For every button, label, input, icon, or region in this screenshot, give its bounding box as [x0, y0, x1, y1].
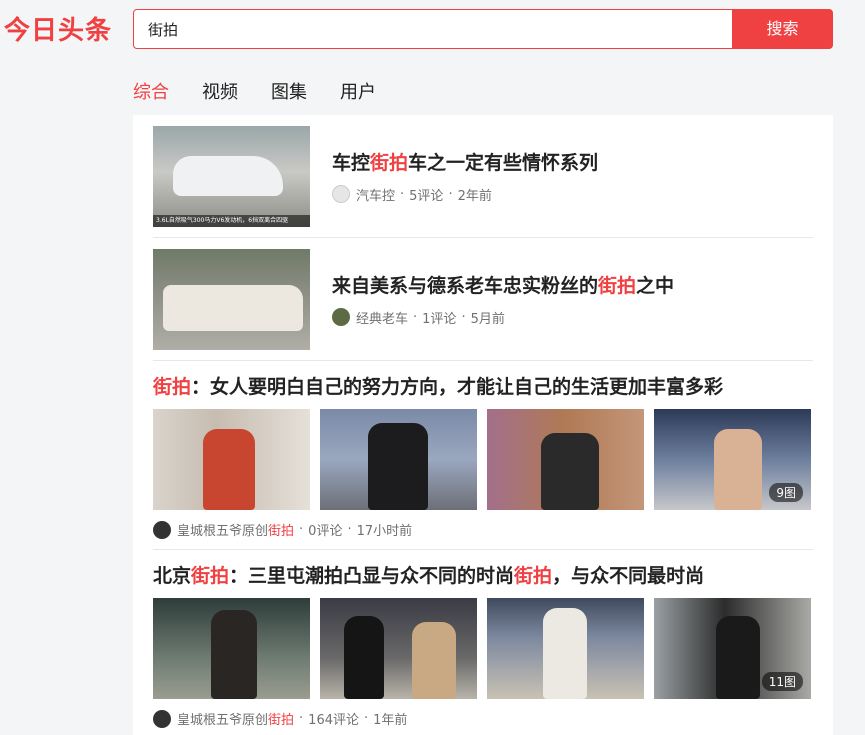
source-avatar[interactable]	[153, 709, 171, 728]
separator: ·	[347, 522, 352, 537]
search-button[interactable]: 搜索	[732, 9, 833, 49]
publish-time: 2年前	[457, 188, 492, 204]
title-text: 来自美系与德系老车忠实粉丝的	[332, 274, 599, 297]
result-meta: 皇城根五爷原创 街拍 · 0评论 · 17小时前	[153, 520, 813, 539]
tab-users[interactable]: 用户	[340, 78, 376, 104]
gallery-image[interactable]	[320, 409, 477, 510]
source-name[interactable]: 皇城根五爷原创	[177, 709, 268, 728]
result-info: 车控街拍车之一定有些情怀系列 汽车控 · 5评论 · 2年前	[332, 149, 598, 204]
separator: ·	[400, 186, 405, 202]
result-thumbnail[interactable]	[153, 248, 310, 350]
source-name[interactable]: 皇城根五爷原创	[177, 520, 268, 539]
title-text: ：女人要明白自己的努力方向，才能让自己的生活更加丰富多彩	[191, 376, 724, 398]
separator: ·	[299, 522, 304, 537]
image-count-badge: 9图	[769, 483, 803, 502]
result-item[interactable]: 街拍：女人要明白自己的努力方向，才能让自己的生活更加丰富多彩 9图 皇城根五爷原…	[153, 361, 813, 550]
publish-time: 17小时前	[356, 524, 413, 539]
comment-count: 5评论	[409, 188, 444, 204]
result-meta: 汽车控 · 5评论 · 2年前	[332, 185, 598, 204]
comment-count: 164评论	[308, 713, 359, 728]
title-text: 车控	[332, 151, 371, 174]
publish-time: 1年前	[373, 713, 408, 728]
title-text: ，与众不同最时尚	[552, 565, 705, 587]
result-meta: 经典老车 · 1评论 · 5月前	[332, 308, 674, 327]
separator: ·	[461, 309, 466, 325]
gallery-image[interactable]	[153, 409, 310, 510]
title-highlight: 街拍	[598, 274, 637, 297]
source-avatar[interactable]	[153, 520, 171, 539]
result-item[interactable]: 来自美系与德系老车忠实粉丝的街拍之中 经典老车 · 1评论 · 5月前	[153, 238, 813, 361]
result-thumbnail[interactable]: 3.6L自然吸气300马力V6发动机，6挡双离合四驱	[153, 125, 310, 227]
title-text: 车之一定有些情怀系列	[408, 151, 599, 174]
gallery-image[interactable]	[153, 598, 310, 699]
tab-video[interactable]: 视频	[202, 78, 238, 104]
gallery-image[interactable]: 11图	[654, 598, 811, 699]
title-highlight: 街拍	[370, 151, 409, 174]
separator: ·	[448, 186, 453, 202]
result-item[interactable]: 3.6L自然吸气300马力V6发动机，6挡双离合四驱 车控街拍车之一定有些情怀系…	[153, 115, 813, 238]
thumbnail-caption: 3.6L自然吸气300马力V6发动机，6挡双离合四驱	[153, 214, 310, 227]
gallery-image[interactable]	[487, 598, 644, 699]
title-highlight: 街拍	[514, 565, 553, 587]
comment-count: 0评论	[308, 524, 343, 539]
gallery-image[interactable]	[320, 598, 477, 699]
result-info: 来自美系与德系老车忠实粉丝的街拍之中 经典老车 · 1评论 · 5月前	[332, 272, 674, 327]
source-name[interactable]: 经典老车	[356, 308, 408, 327]
tab-gallery[interactable]: 图集	[271, 78, 307, 104]
source-avatar[interactable]	[332, 308, 350, 326]
result-title[interactable]: 北京街拍：三里屯潮拍凸显与众不同的时尚街拍，与众不同最时尚	[153, 562, 813, 590]
title-highlight: 街拍	[153, 376, 192, 398]
source-avatar[interactable]	[332, 185, 350, 203]
search-input[interactable]	[133, 9, 733, 49]
image-gallery: 9图	[153, 409, 813, 510]
source-highlight[interactable]: 街拍	[268, 709, 294, 728]
result-item[interactable]: 北京街拍：三里屯潮拍凸显与众不同的时尚街拍，与众不同最时尚 11图 皇城根五爷原…	[153, 550, 813, 735]
title-highlight: 街拍	[191, 565, 230, 587]
logo[interactable]: 今日头条	[4, 10, 112, 47]
source-name[interactable]: 汽车控	[356, 185, 395, 204]
result-title[interactable]: 车控街拍车之一定有些情怀系列	[332, 149, 598, 177]
title-text: 之中	[636, 274, 675, 297]
separator: ·	[364, 711, 369, 726]
image-count-badge: 11图	[761, 672, 803, 691]
publish-time: 5月前	[470, 311, 505, 327]
result-title[interactable]: 来自美系与德系老车忠实粉丝的街拍之中	[332, 272, 674, 300]
tab-comprehensive[interactable]: 综合	[133, 78, 169, 104]
source-highlight[interactable]: 街拍	[268, 520, 294, 539]
comment-count: 1评论	[422, 311, 457, 327]
title-text: ：三里屯潮拍凸显与众不同的时尚	[229, 565, 515, 587]
gallery-image[interactable]: 9图	[654, 409, 811, 510]
title-text: 北京	[153, 565, 192, 587]
separator: ·	[299, 711, 304, 726]
gallery-image[interactable]	[487, 409, 644, 510]
result-meta: 皇城根五爷原创 街拍 · 164评论 · 1年前	[153, 709, 813, 728]
result-title[interactable]: 街拍：女人要明白自己的努力方向，才能让自己的生活更加丰富多彩	[153, 373, 813, 401]
separator: ·	[413, 309, 418, 325]
result-tabs: 综合 视频 图集 用户	[133, 78, 376, 104]
car-shape	[163, 284, 303, 331]
car-shape	[173, 155, 283, 196]
results-list: 3.6L自然吸气300马力V6发动机，6挡双离合四驱 车控街拍车之一定有些情怀系…	[133, 115, 833, 735]
image-gallery: 11图	[153, 598, 813, 699]
